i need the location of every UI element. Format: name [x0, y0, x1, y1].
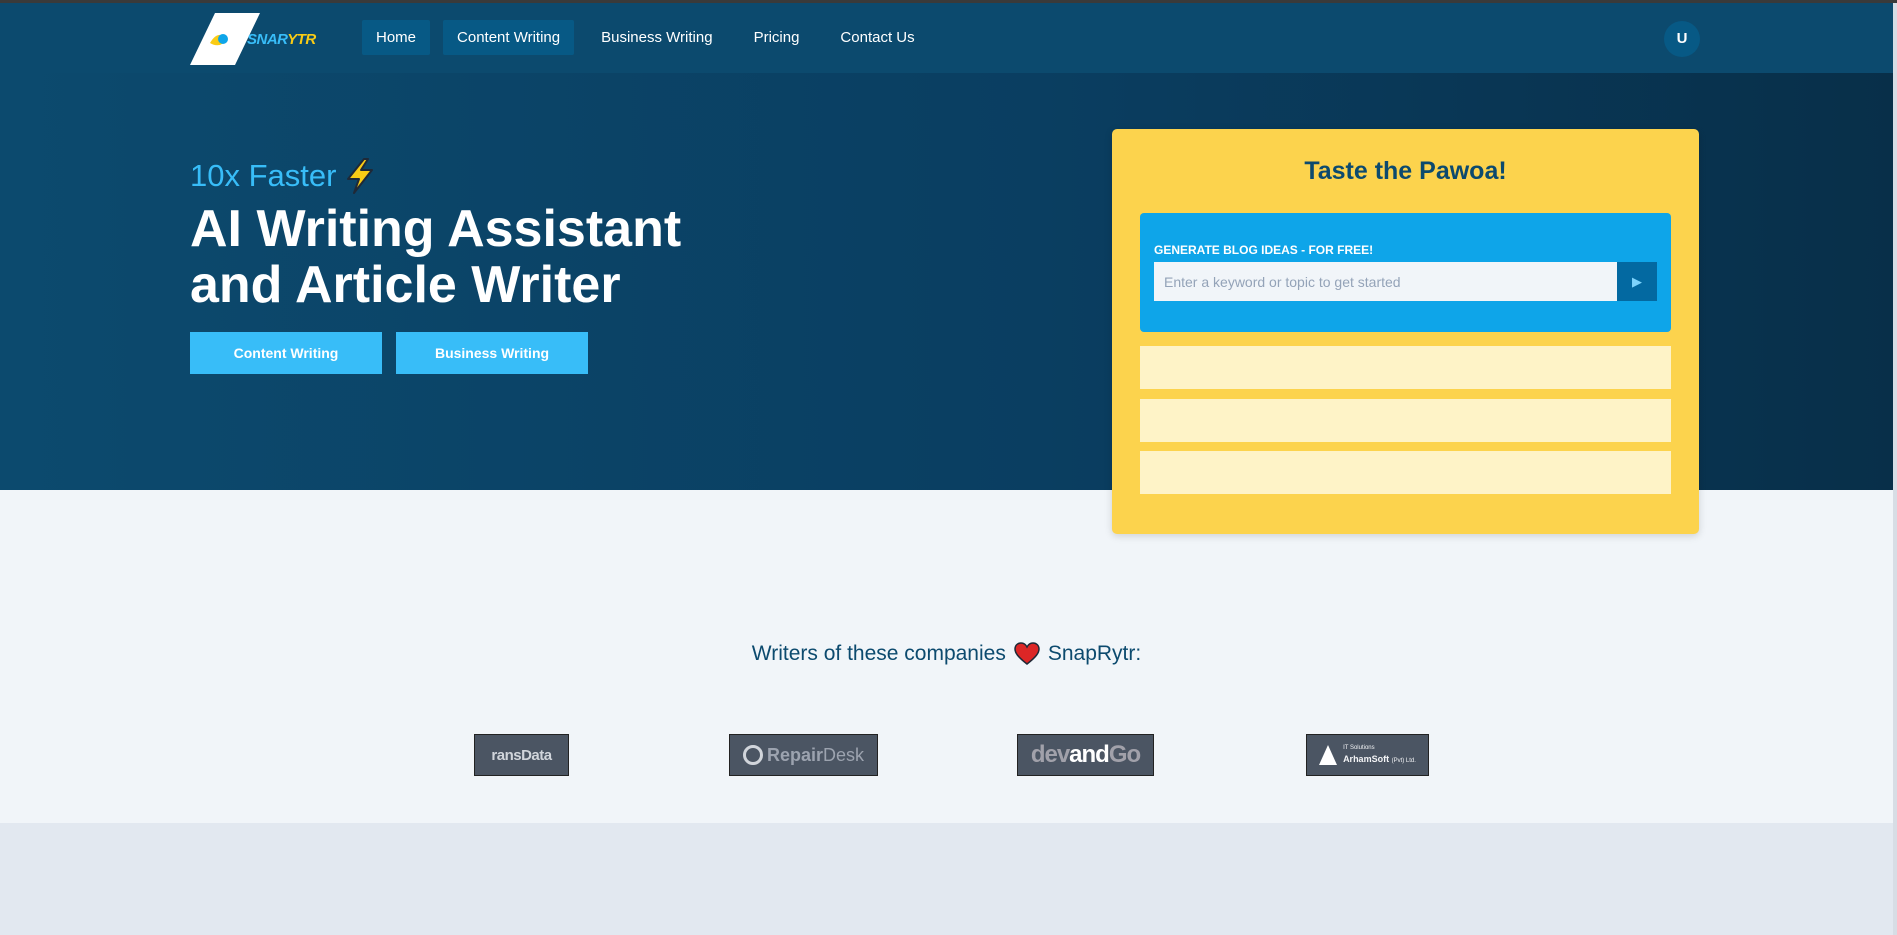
nav-contact-us[interactable]: Contact Us	[826, 20, 928, 55]
company-logo-transdata: ransData	[474, 734, 569, 776]
repairdesk-ring-icon	[742, 745, 763, 765]
companies-title-after: SnapRytr:	[1047, 642, 1142, 665]
hero-tagline: 10x Faster	[190, 158, 376, 194]
generate-submit-button[interactable]: ▶	[1617, 262, 1657, 301]
idea-result-slot-3	[1140, 451, 1671, 494]
generator-title: Taste the Pawoa!	[1304, 157, 1507, 185]
nav-business-writing[interactable]: Business Writing	[587, 20, 726, 55]
content-writing-button[interactable]: Content Writing	[190, 332, 382, 374]
play-icon: ▶	[1632, 273, 1642, 289]
hero-tagline-text: 10x Faster	[190, 158, 337, 193]
companies-title: Writers of these companies SnapRytr:	[0, 642, 1893, 666]
idea-result-slot-2	[1140, 399, 1671, 442]
business-writing-button[interactable]: Business Writing	[396, 332, 588, 374]
nav-pricing[interactable]: Pricing	[740, 20, 814, 55]
logo[interactable]: SNARYTR	[190, 13, 316, 65]
lightning-icon	[347, 158, 374, 194]
nav-content-writing[interactable]: Content Writing	[443, 20, 575, 55]
logo-text: SNARYTR	[247, 31, 316, 48]
company-logo-devandgo: dev and Go	[1017, 734, 1154, 776]
company-logo-repairdesk: RepairDesk	[729, 734, 878, 776]
user-avatar[interactable]: U	[1664, 21, 1700, 57]
companies-section: Writers of these companies SnapRytr: ran…	[0, 490, 1893, 823]
arhamsoft-mark-icon	[1319, 745, 1338, 765]
generator-label: GENERATE BLOG IDEAS - FOR FREE!	[1154, 243, 1374, 257]
navbar: SNARYTR Home Content Writing Business Wr…	[0, 3, 1893, 73]
main-nav: Home Content Writing Business Writing Pr…	[362, 20, 929, 55]
nav-home[interactable]: Home	[362, 20, 431, 55]
generator-form: GENERATE BLOG IDEAS - FOR FREE! ▶	[1140, 213, 1671, 332]
keyword-input[interactable]	[1154, 262, 1617, 301]
idea-result-slot-1	[1140, 346, 1671, 389]
hero-headline: AI Writing Assistant and Article Writer	[190, 200, 682, 314]
company-logo-arhamsoft: IT Solutions ArhamSoft (Pvt) Ltd.	[1306, 734, 1429, 776]
blog-idea-generator-card: Taste the Pawoa! GENERATE BLOG IDEAS - F…	[1112, 129, 1699, 534]
heart-icon	[1014, 642, 1040, 665]
companies-title-before: Writers of these companies	[751, 642, 1006, 665]
page-scrollbar[interactable]	[1893, 3, 1897, 935]
